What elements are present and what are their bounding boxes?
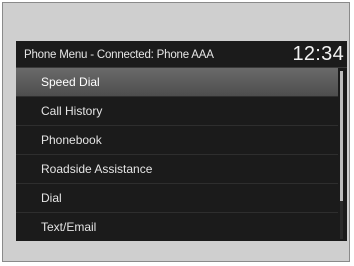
menu-item-dial[interactable]: Dial bbox=[16, 184, 338, 213]
phone-menu-list: Speed Dial Call History Phonebook Roadsi… bbox=[16, 68, 338, 242]
clock: 12:34 bbox=[292, 43, 344, 65]
header-bar: Phone Menu - Connected: Phone AAA 12:34 bbox=[16, 41, 347, 67]
display-screen: Phone Menu - Connected: Phone AAA 12:34 … bbox=[16, 41, 347, 241]
menu-item-phonebook[interactable]: Phonebook bbox=[16, 126, 338, 155]
menu-item-label: Phonebook bbox=[41, 133, 102, 147]
menu-item-call-history[interactable]: Call History bbox=[16, 97, 338, 126]
menu-item-speed-dial[interactable]: Speed Dial bbox=[16, 68, 338, 97]
menu-item-label: Dial bbox=[41, 191, 62, 205]
menu-item-roadside-assistance[interactable]: Roadside Assistance bbox=[16, 155, 338, 184]
menu-item-label: Text/Email bbox=[41, 220, 97, 234]
menu-item-text-email[interactable]: Text/Email bbox=[16, 213, 338, 242]
screenshot-frame: Phone Menu - Connected: Phone AAA 12:34 … bbox=[2, 2, 350, 262]
scrollbar[interactable] bbox=[340, 71, 343, 239]
page-title: Phone Menu - Connected: Phone AAA bbox=[24, 49, 214, 61]
scrollbar-thumb[interactable] bbox=[340, 71, 343, 201]
menu-item-label: Roadside Assistance bbox=[41, 162, 153, 176]
menu-item-label: Speed Dial bbox=[41, 75, 100, 89]
menu-item-label: Call History bbox=[41, 104, 103, 118]
